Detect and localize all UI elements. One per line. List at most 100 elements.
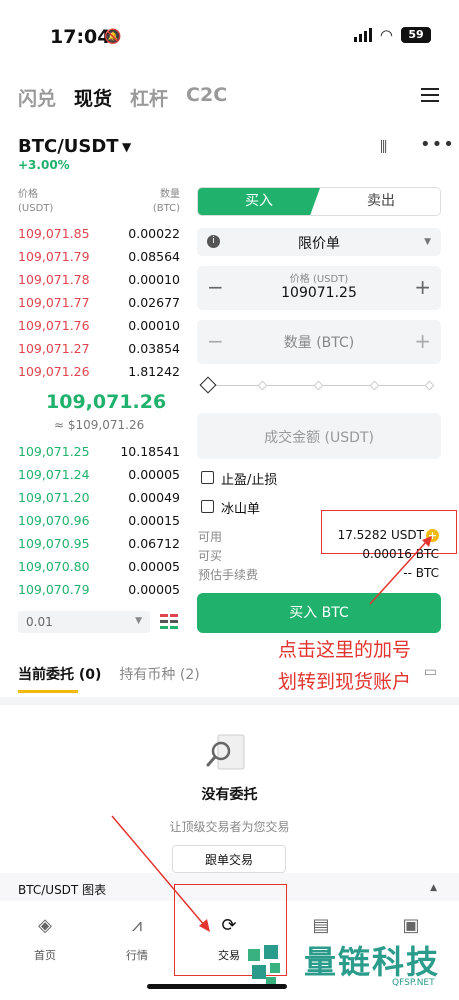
ask-price: 109,071.27: [18, 341, 90, 356]
bid-quantity: 0.00005: [128, 559, 180, 574]
ask-quantity: 0.02677: [128, 295, 180, 310]
ask-quantity: 1.81242: [128, 364, 180, 379]
ask-row[interactable]: 109,071.78 0.00010: [18, 268, 180, 291]
battery-icon: 59: [401, 27, 431, 43]
bid-quantity: 0.06712: [128, 536, 180, 551]
bid-price: 109,070.96: [18, 513, 90, 528]
tab-holdings[interactable]: 持有币种 (2): [119, 664, 199, 684]
price-change: +3.00%: [18, 158, 70, 172]
caret-down-icon: ▼: [424, 237, 431, 247]
quantity-input[interactable]: − 数量 (BTC) +: [197, 320, 441, 364]
bid-row[interactable]: 109,071.24 0.00005: [18, 463, 180, 486]
empty-document-icon: [206, 734, 245, 770]
nav-markets[interactable]: ⩘ 行情: [102, 915, 172, 963]
bid-row[interactable]: 109,070.79 0.00005: [18, 578, 180, 601]
sell-tab[interactable]: 卖出: [320, 188, 440, 215]
ask-quantity: 0.00010: [128, 272, 180, 287]
buyable-value: 0.00016 BTC: [362, 547, 439, 561]
buy-tab[interactable]: 买入: [198, 188, 320, 215]
bid-row[interactable]: 109,071.25 10.18541: [18, 440, 180, 463]
bid-price: 109,070.79: [18, 582, 90, 597]
wifi-icon: ◠: [379, 26, 393, 44]
nav-home[interactable]: ◈ 首页: [10, 915, 80, 963]
ask-quantity: 0.08564: [128, 249, 180, 264]
status-indicators: ◠ 59: [353, 26, 431, 44]
order-type-select[interactable]: i 限价单 ▼: [197, 228, 441, 256]
ask-quantity: 0.03854: [128, 341, 180, 356]
tab-convert[interactable]: 闪兑: [18, 84, 56, 111]
price-input[interactable]: − 价格 (USDT) 109071.25 +: [197, 266, 441, 310]
candlestick-icon[interactable]: ⫴: [380, 138, 387, 158]
more-icon[interactable]: •••: [420, 134, 455, 155]
slider-stop-75[interactable]: [369, 380, 380, 391]
bid-quantity: 0.00015: [128, 513, 180, 528]
total-amount-input[interactable]: 成交金额 (USDT): [197, 413, 441, 459]
bid-quantity: 10.18541: [120, 444, 180, 459]
tab-spot[interactable]: 现货: [74, 84, 112, 111]
asks-list: 109,071.85 0.00022 109,071.79 0.08564 109,07…: [18, 222, 180, 383]
buyable-label: 可买: [198, 549, 223, 563]
qty-column-header: 数量 (BTC): [152, 189, 180, 214]
ask-row[interactable]: 109,071.77 0.02677: [18, 291, 180, 314]
home-indicator: [147, 984, 287, 989]
ask-price: 109,071.26: [18, 364, 90, 379]
ask-quantity: 0.00010: [128, 318, 180, 333]
annotation-text: 点击这里的加号 划转到现货账户: [278, 639, 412, 693]
chart-drawer-label: BTC/USDT 图表: [18, 883, 107, 897]
ask-price: 109,071.78: [18, 272, 90, 287]
tab-open-orders[interactable]: 当前委托 (0): [18, 664, 101, 684]
ask-price: 109,071.79: [18, 249, 90, 264]
pair-name[interactable]: BTC/USDT: [18, 136, 119, 157]
caret-down-icon: ▼: [135, 616, 142, 626]
ask-price: 109,071.76: [18, 318, 90, 333]
slider-stop-100[interactable]: [424, 380, 435, 391]
chart-line-icon: ⩘: [131, 915, 143, 936]
slider-stop-25[interactable]: [257, 380, 268, 391]
ask-row[interactable]: 109,071.76 0.00010: [18, 314, 180, 337]
price-column-header: 价格 (USDT): [18, 189, 54, 214]
bid-price: 109,070.95: [18, 536, 90, 551]
bid-row[interactable]: 109,070.96 0.00015: [18, 509, 180, 532]
bid-quantity: 0.00005: [128, 582, 180, 597]
slider-knob[interactable]: [199, 376, 217, 394]
transfer-plus-icon[interactable]: +: [426, 529, 439, 542]
home-logo-icon: ◈: [38, 915, 52, 936]
ask-row[interactable]: 109,071.79 0.08564: [18, 245, 180, 268]
plus-icon[interactable]: +: [414, 329, 431, 353]
trade-mode-tabs: 闪兑 现货 杠杆 C2C: [18, 84, 227, 111]
mid-price: 109,071.26: [46, 391, 167, 413]
fee-label: 预估手续费: [198, 568, 259, 582]
orderbook-layout-icon[interactable]: [160, 613, 178, 631]
price-step-select[interactable]: 0.01 ▼: [18, 611, 150, 633]
order-history-icon[interactable]: ▭: [424, 664, 437, 680]
empty-subtitle: 让顶级交易者为您交易: [169, 820, 290, 834]
caret-down-icon[interactable]: ▼: [122, 140, 131, 154]
bid-row[interactable]: 109,071.20 0.00049: [18, 486, 180, 509]
buy-btc-button[interactable]: 买入 BTC: [197, 593, 441, 633]
bid-row[interactable]: 109,070.80 0.00005: [18, 555, 180, 578]
bid-row[interactable]: 109,070.95 0.06712: [18, 532, 180, 555]
section-divider: [0, 697, 459, 705]
tab-c2c[interactable]: C2C: [186, 84, 227, 111]
iceberg-checkbox[interactable]: [201, 500, 214, 513]
tp-sl-checkbox[interactable]: [201, 471, 214, 484]
plus-icon[interactable]: +: [414, 275, 431, 299]
signal-icon: [353, 28, 372, 42]
caret-up-icon[interactable]: ▲: [430, 883, 437, 893]
bid-quantity: 0.00049: [128, 490, 180, 505]
mid-price-usd: ≈ $109,071.26: [54, 418, 145, 432]
slider-stop-50[interactable]: [313, 380, 324, 391]
ask-row[interactable]: 109,071.27 0.03854: [18, 337, 180, 360]
ask-row[interactable]: 109,071.85 0.00022: [18, 222, 180, 245]
menu-icon[interactable]: [421, 88, 439, 106]
tab-margin[interactable]: 杠杆: [130, 84, 168, 111]
bid-price: 109,071.25: [18, 444, 90, 459]
available-value: 17.5282 USDT +: [337, 528, 439, 542]
copy-trading-button[interactable]: 跟单交易: [172, 845, 286, 873]
bid-price: 109,070.80: [18, 559, 90, 574]
buy-sell-switch: 买入 卖出: [197, 187, 441, 216]
muted-bell-icon: 🔕: [104, 29, 122, 45]
ask-row[interactable]: 109,071.26 1.81242: [18, 360, 180, 383]
empty-title: 没有委托: [201, 787, 258, 803]
bid-price: 109,071.20: [18, 490, 90, 505]
